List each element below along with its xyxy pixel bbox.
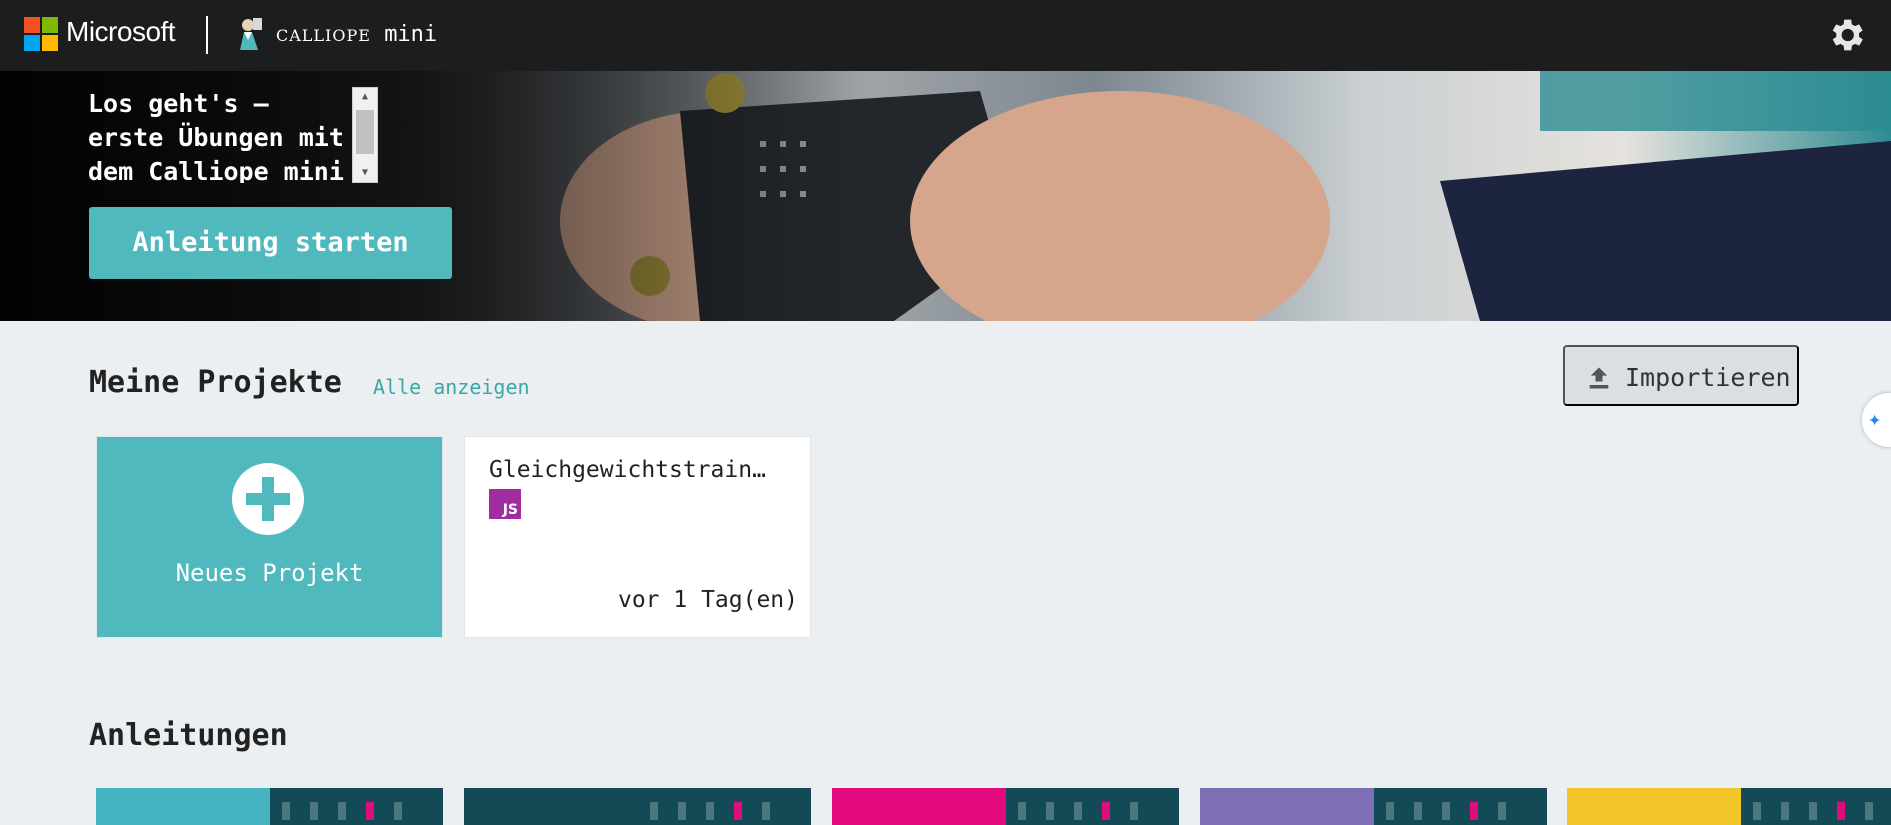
led-dot-icon xyxy=(650,802,658,820)
led-dot-icon xyxy=(1781,802,1789,820)
water-drop-icon: ✦ xyxy=(1868,407,1882,432)
led-dot-icon xyxy=(762,802,770,820)
new-project-card[interactable]: Neues Projekt xyxy=(96,436,443,638)
gear-icon[interactable] xyxy=(1825,14,1867,56)
led-dot-icon xyxy=(1809,802,1817,820)
import-label: Importieren xyxy=(1625,363,1791,392)
scroll-down-arrow-icon[interactable]: ▼ xyxy=(353,164,377,182)
top-bar: Microsoft CALLIOPE mini xyxy=(0,0,1891,71)
start-tutorial-button[interactable]: Anleitung starten xyxy=(89,207,452,279)
see-all-link[interactable]: Alle anzeigen xyxy=(373,375,530,399)
side-feedback-tab[interactable]: ✦ xyxy=(1862,393,1891,447)
led-dot-icon xyxy=(1414,802,1422,820)
projects-title: Meine Projekte xyxy=(89,365,342,400)
led-dot-icon xyxy=(1074,802,1082,820)
led-dot-icon xyxy=(1753,802,1761,820)
tutorial-card-right xyxy=(270,788,443,825)
tutorial-card-left xyxy=(464,788,638,825)
upload-icon xyxy=(1589,367,1609,389)
brand-divider xyxy=(206,16,208,54)
tutorial-card[interactable] xyxy=(832,788,1179,825)
led-dot-icon xyxy=(366,802,374,820)
import-button[interactable]: Importieren xyxy=(1563,345,1799,406)
led-dot-icon xyxy=(310,802,318,820)
led-dot-icon xyxy=(1498,802,1506,820)
tutorial-card[interactable] xyxy=(1200,788,1547,825)
hero-banner: Los geht's – erste Übungen mit dem Calli… xyxy=(0,71,1891,321)
led-dot-icon xyxy=(678,802,686,820)
tutorial-card-left xyxy=(832,788,1006,825)
scroll-up-arrow-icon[interactable]: ▲ xyxy=(353,88,377,106)
led-dot-icon xyxy=(1130,802,1138,820)
led-dot-icon xyxy=(1102,802,1110,820)
hero-title: Los geht's – erste Übungen mit dem Calli… xyxy=(88,89,344,183)
tutorials-title: Anleitungen xyxy=(89,718,288,753)
brand-mini-text: mini xyxy=(384,22,438,47)
led-dot-icon xyxy=(734,802,742,820)
brand-calliope-text: CALLIOPE xyxy=(276,26,371,45)
tutorial-card[interactable] xyxy=(464,788,811,825)
led-dot-icon xyxy=(1442,802,1450,820)
app-brand[interactable]: CALLIOPE mini xyxy=(276,22,437,47)
led-dot-icon xyxy=(1386,802,1394,820)
tutorial-card-right xyxy=(1006,788,1179,825)
tutorial-card-right xyxy=(1374,788,1547,825)
project-card[interactable]: Gleichgewichtstrain… JS vor 1 Tag(en) xyxy=(464,436,811,638)
tutorial-card[interactable] xyxy=(1567,788,1891,825)
tutorial-card-left xyxy=(96,788,270,825)
javascript-badge-icon: JS xyxy=(489,489,521,519)
scroll-thumb[interactable] xyxy=(356,110,374,154)
microsoft-logo-icon[interactable] xyxy=(24,17,58,51)
led-dot-icon xyxy=(1865,802,1873,820)
tutorial-card-right xyxy=(638,788,811,825)
hero-title-scrollbox[interactable]: Los geht's – erste Übungen mit dem Calli… xyxy=(88,87,378,183)
tutorial-card-left xyxy=(1200,788,1374,825)
tutorial-card-left xyxy=(1567,788,1741,825)
tutorial-card[interactable] xyxy=(96,788,443,825)
project-name: Gleichgewichtstrain… xyxy=(489,457,766,483)
led-dot-icon xyxy=(706,802,714,820)
led-dot-icon xyxy=(338,802,346,820)
led-dot-icon xyxy=(1046,802,1054,820)
calliope-logo-icon[interactable] xyxy=(234,16,266,52)
microsoft-brand-text[interactable]: Microsoft xyxy=(66,16,176,48)
plus-icon xyxy=(232,463,304,535)
led-dot-icon xyxy=(1018,802,1026,820)
hero-scrollbar[interactable]: ▲ ▼ xyxy=(352,87,378,183)
led-dot-icon xyxy=(282,802,290,820)
project-modified-time: vor 1 Tag(en) xyxy=(617,587,798,613)
new-project-label: Neues Projekt xyxy=(175,559,364,587)
led-dot-icon xyxy=(394,802,402,820)
led-dot-icon xyxy=(1837,802,1845,820)
led-dot-icon xyxy=(1470,802,1478,820)
